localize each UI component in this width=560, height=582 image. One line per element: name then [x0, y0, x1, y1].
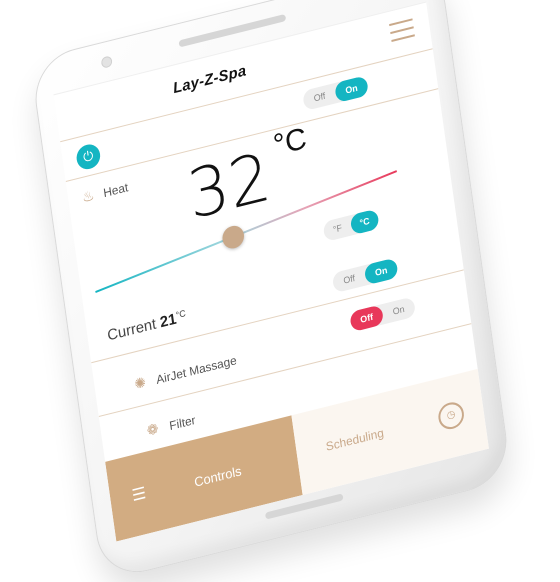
filter-toggle[interactable]: Off On: [349, 296, 417, 333]
current-label: Current: [106, 315, 158, 345]
toggle-off-option[interactable]: Off: [332, 265, 367, 293]
unit-toggle[interactable]: °F °C: [322, 208, 380, 243]
unit-c-option[interactable]: °C: [349, 208, 380, 236]
airjet-icon: ✺: [133, 373, 147, 393]
stage: Lay-Z-Spa ⏻ Off On ♨ Heat 32 °C °F °C Cu…: [0, 0, 560, 582]
sliders-icon: ☰: [130, 484, 148, 506]
airjet-label: AirJet Massage: [155, 353, 238, 387]
airjet-row: ✺ AirJet Massage: [133, 351, 237, 393]
filter-label: Filter: [168, 412, 197, 434]
set-temperature: 32: [182, 137, 276, 235]
toggle-on-option[interactable]: On: [363, 257, 399, 286]
bottom-tab-bar: ☰ Controls Scheduling ◷: [105, 368, 489, 542]
heat-toggle[interactable]: Off On: [302, 75, 369, 112]
brand-logo: Lay-Z-Spa: [172, 62, 248, 98]
current-temperature: Current 21°C: [106, 308, 187, 345]
toggle-on-option[interactable]: On: [334, 75, 369, 104]
heat-label: Heat: [102, 180, 130, 201]
phone-frame: Lay-Z-Spa ⏻ Off On ♨ Heat 32 °C °F °C Cu…: [29, 0, 513, 582]
filter-icon: ❁: [145, 419, 160, 439]
app-screen: Lay-Z-Spa ⏻ Off On ♨ Heat 32 °C °F °C Cu…: [53, 1, 489, 542]
filter-row: ❁ Filter: [146, 411, 197, 440]
tab-controls-label: Controls: [193, 463, 243, 490]
current-unit: °C: [175, 307, 187, 321]
stopwatch-icon: ◷: [436, 399, 466, 432]
set-temperature-unit: °C: [271, 121, 309, 163]
menu-icon[interactable]: [389, 18, 415, 43]
toggle-on-option[interactable]: On: [381, 296, 416, 324]
unit-f-option[interactable]: °F: [323, 215, 353, 242]
toggle-off-option[interactable]: Off: [302, 83, 337, 111]
heat-row: ♨ Heat: [81, 178, 129, 206]
camera-icon: [100, 55, 113, 69]
tab-scheduling[interactable]: Scheduling ◷: [291, 368, 489, 496]
tab-controls[interactable]: ☰ Controls: [105, 415, 303, 542]
power-icon[interactable]: ⏻: [75, 141, 102, 172]
toggle-off-option[interactable]: Off: [349, 304, 385, 333]
temperature-slider-handle[interactable]: [221, 223, 246, 251]
tab-scheduling-label: Scheduling: [325, 425, 385, 454]
heat-icon: ♨: [80, 186, 96, 206]
